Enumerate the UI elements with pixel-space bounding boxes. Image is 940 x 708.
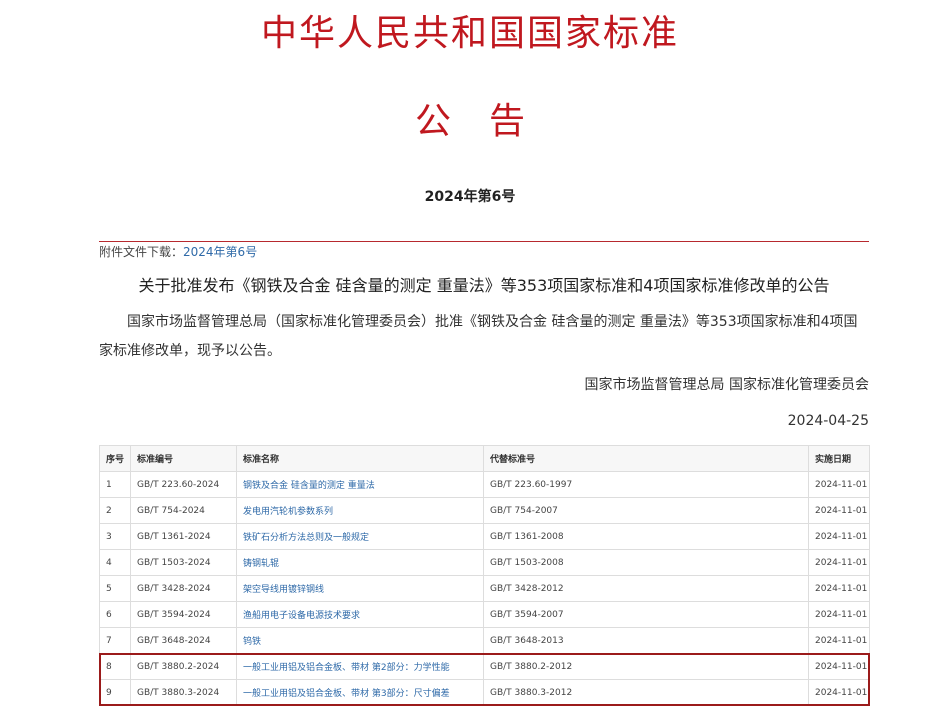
header-subtitle: 公告 (414, 101, 563, 142)
notice-date: 2024-04-25 (787, 413, 869, 429)
cell-replaced: GB/T 3880.2-2012 (483, 653, 809, 680)
attachment-label: 附件文件下载： (99, 245, 184, 259)
standards-table: 序号 标准编号 标准名称 代替标准号 实施日期 1 GB/T 223.60-202… (99, 445, 870, 706)
cell-effective-date: 2024-11-01 (808, 471, 870, 498)
table-row: 3 GB/T 1361-2024 铁矿石分析方法总则及一般规定 GB/T 1361-2… (99, 523, 870, 550)
cell-std-name[interactable]: 一般工业用铝及铝合金板、带材 第2部分：力学性能 (236, 653, 484, 680)
table-row: 7 GB/T 3648-2024 钨铁 GB/T 3648-2013 2024-11-0… (99, 627, 870, 654)
cell-seq: 3 (99, 523, 131, 550)
cell-replaced: GB/T 3648-2013 (483, 627, 809, 654)
header-title: 中华人民共和国国家标准 (260, 13, 679, 54)
cell-seq: 1 (99, 471, 131, 498)
cell-effective-date: 2024-11-01 (808, 679, 870, 706)
issue-number: 2024年第6号 (424, 189, 516, 205)
cell-replaced: GB/T 754-2007 (483, 497, 809, 524)
header-seq: 序号 (99, 445, 131, 472)
cell-effective-date: 2024-11-01 (808, 601, 870, 628)
cell-seq: 8 (99, 653, 131, 680)
cell-replaced: GB/T 3594-2007 (483, 601, 809, 628)
table-row: 9 GB/T 3880.3-2024 一般工业用铝及铝合金板、带材 第3部分：尺寸偏… (99, 679, 870, 706)
table-row: 5 GB/T 3428-2024 架空导线用镀锌钢线 GB/T 3428-2012 20… (99, 575, 870, 602)
cell-seq: 6 (99, 601, 131, 628)
header-replaced: 代替标准号 (483, 445, 809, 472)
table-header-row: 序号 标准编号 标准名称 代替标准号 实施日期 (99, 445, 870, 472)
table-row: 1 GB/T 223.60-2024 钢铁及合金 硅含量的测定 重量法 GB/T 22… (99, 471, 870, 498)
cell-std-no: GB/T 223.60-2024 (130, 471, 237, 498)
cell-seq: 5 (99, 575, 131, 602)
cell-seq: 7 (99, 627, 131, 654)
cell-std-no: GB/T 3880.2-2024 (130, 653, 237, 680)
header-effective-date: 实施日期 (808, 445, 870, 472)
cell-std-no: GB/T 754-2024 (130, 497, 237, 524)
cell-effective-date: 2024-11-01 (808, 523, 870, 550)
cell-std-no: GB/T 1361-2024 (130, 523, 237, 550)
attachment-row: 附件文件下载：2024年第6号 (99, 243, 257, 260)
cell-std-no: GB/T 3648-2024 (130, 627, 237, 654)
cell-replaced: GB/T 1361-2008 (483, 523, 809, 550)
cell-seq: 2 (99, 497, 131, 524)
divider-rule (99, 241, 869, 242)
table-row: 6 GB/T 3594-2024 渔船用电子设备电源技术要求 GB/T 3594-20… (99, 601, 870, 628)
cell-std-name[interactable]: 钢铁及合金 硅含量的测定 重量法 (236, 471, 484, 498)
cell-replaced: GB/T 1503-2008 (483, 549, 809, 576)
notice-signer: 国家市场监督管理总局 国家标准化管理委员会 (584, 377, 869, 393)
cell-effective-date: 2024-11-01 (808, 497, 870, 524)
cell-replaced: GB/T 3428-2012 (483, 575, 809, 602)
cell-effective-date: 2024-11-01 (808, 627, 870, 654)
cell-std-name[interactable]: 渔船用电子设备电源技术要求 (236, 601, 484, 628)
cell-std-name[interactable]: 一般工业用铝及铝合金板、带材 第3部分：尺寸偏差 (236, 679, 484, 706)
cell-replaced: GB/T 3880.3-2012 (483, 679, 809, 706)
header-std-name: 标准名称 (236, 445, 484, 472)
cell-seq: 9 (99, 679, 131, 706)
cell-std-name[interactable]: 发电用汽轮机参数系列 (236, 497, 484, 524)
cell-std-no: GB/T 3594-2024 (130, 601, 237, 628)
cell-std-name[interactable]: 架空导线用镀锌钢线 (236, 575, 484, 602)
cell-std-name[interactable]: 铁矿石分析方法总则及一般规定 (236, 523, 484, 550)
table-row: 2 GB/T 754-2024 发电用汽轮机参数系列 GB/T 754-2007 202… (99, 497, 870, 524)
cell-std-no: GB/T 3880.3-2024 (130, 679, 237, 706)
cell-std-no: GB/T 3428-2024 (130, 575, 237, 602)
attachment-link[interactable]: 2024年第6号 (183, 245, 257, 259)
cell-std-name[interactable]: 钨铁 (236, 627, 484, 654)
cell-replaced: GB/T 223.60-1997 (483, 471, 809, 498)
notice-title: 关于批准发布《钢铁及合金 硅含量的测定 重量法》等353项国家标准和4项国家标准… (138, 276, 830, 295)
cell-std-no: GB/T 1503-2024 (130, 549, 237, 576)
cell-effective-date: 2024-11-01 (808, 653, 870, 680)
cell-std-name[interactable]: 铸钢轧辊 (236, 549, 484, 576)
cell-seq: 4 (99, 549, 131, 576)
table-row: 8 GB/T 3880.2-2024 一般工业用铝及铝合金板、带材 第2部分：力学性… (99, 653, 870, 680)
table-row: 4 GB/T 1503-2024 铸钢轧辊 GB/T 1503-2008 2024-11… (99, 549, 870, 576)
notice-body: 国家市场监督管理总局（国家标准化管理委员会）批准《钢铁及合金 硅含量的测定 重量… (99, 314, 858, 359)
cell-effective-date: 2024-11-01 (808, 549, 870, 576)
header-std-no: 标准编号 (130, 445, 237, 472)
cell-effective-date: 2024-11-01 (808, 575, 870, 602)
